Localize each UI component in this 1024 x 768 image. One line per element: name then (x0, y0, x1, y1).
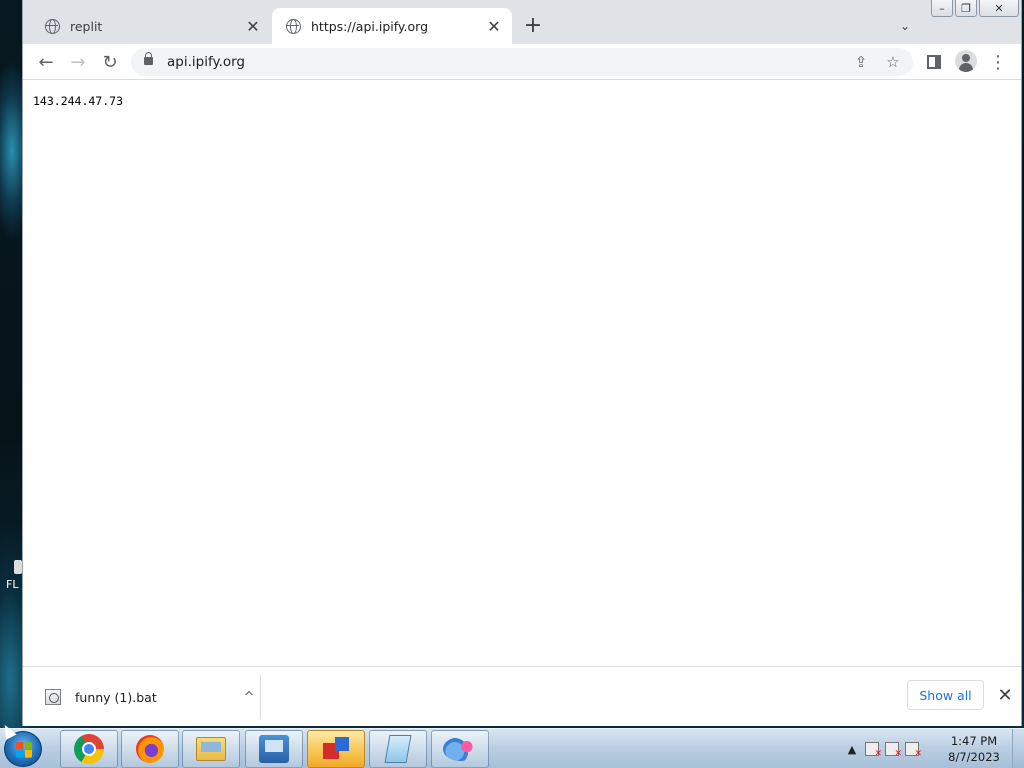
desktop-shortcut-icon[interactable] (14, 560, 22, 574)
volume-muted-icon[interactable] (902, 739, 922, 759)
download-file-name[interactable]: funny (1).bat (75, 690, 237, 705)
globe-icon (286, 18, 301, 34)
system-tray: ▲ (842, 729, 922, 768)
taskbar: ▲ 1:47 PM 8/7/2023 (0, 728, 1024, 768)
desktop-shortcut-label[interactable]: FL (6, 578, 18, 591)
browser-toolbar: ← → ↻ api.ipify.org ⇪ ☆ ⋮ (23, 44, 1021, 80)
taskbar-firefox-button[interactable] (121, 730, 179, 768)
tab-close-icon[interactable]: ✕ (241, 14, 265, 38)
system-clock[interactable]: 1:47 PM 8/7/2023 (940, 733, 1008, 765)
app-box-icon (321, 735, 351, 763)
paint-icon (443, 737, 477, 761)
share-icon[interactable]: ⇪ (849, 50, 873, 74)
show-all-button[interactable]: Show all (907, 680, 984, 710)
minimize-button[interactable]: – (931, 0, 953, 17)
tab-close-icon[interactable]: ✕ (482, 14, 506, 38)
firefox-icon (136, 735, 164, 763)
bookmark-star-icon[interactable]: ☆ (881, 50, 905, 74)
clock-time: 1:47 PM (950, 734, 998, 748)
control-panel-icon (259, 735, 289, 763)
download-shelf: funny (1).bat ^ Show all ✕ (23, 666, 1021, 726)
taskbar-control-panel-button[interactable] (245, 730, 303, 768)
clock-date: 8/7/2023 (948, 750, 1000, 764)
tab-title: replit (70, 18, 103, 34)
notepad-icon (384, 735, 412, 763)
tab-title: https://api.ipify.org (311, 18, 428, 34)
taskbar-app-box-button[interactable] (307, 730, 365, 768)
network-icon[interactable] (882, 739, 902, 759)
window-controls: – ❐ ✕ (931, 0, 1019, 17)
close-window-button[interactable]: ✕ (979, 0, 1019, 17)
action-center-icon[interactable] (862, 739, 882, 759)
menu-icon[interactable]: ⋮ (985, 49, 1011, 75)
ip-address-text: 143.244.47.73 (33, 94, 124, 108)
url-text[interactable]: api.ipify.org (167, 54, 245, 70)
lock-icon[interactable] (144, 52, 153, 65)
tab-ipify[interactable]: https://api.ipify.org ✕ (272, 8, 512, 44)
batch-file-icon (45, 689, 61, 705)
new-tab-button[interactable]: + (521, 14, 545, 38)
forward-icon[interactable]: → (65, 49, 91, 75)
profile-avatar-icon[interactable] (955, 50, 977, 72)
download-item[interactable]: funny (1).bat ^ (33, 675, 261, 719)
shelf-divider (260, 675, 261, 719)
back-icon[interactable]: ← (33, 49, 59, 75)
globe-icon (45, 18, 60, 34)
taskbar-notepad-button[interactable] (369, 730, 427, 768)
taskbar-explorer-button[interactable] (182, 730, 240, 768)
tab-replit[interactable]: replit ✕ (31, 8, 271, 44)
show-desktop-button[interactable] (1012, 729, 1024, 768)
reload-icon[interactable]: ↻ (97, 49, 123, 75)
tab-search-icon[interactable]: ⌄ (893, 14, 917, 38)
browser-window: replit ✕ https://api.ipify.org ✕ + ⌄ – ❐… (22, 0, 1022, 726)
address-bar[interactable]: api.ipify.org ⇪ ☆ (131, 48, 913, 76)
page-content: 143.244.47.73 (23, 81, 1021, 666)
chrome-icon (74, 734, 104, 764)
taskbar-chrome-button[interactable] (60, 730, 118, 768)
taskbar-paint-button[interactable] (431, 730, 489, 768)
tab-strip: replit ✕ https://api.ipify.org ✕ + ⌄ – ❐… (23, 0, 1021, 44)
close-shelf-icon[interactable]: ✕ (993, 683, 1017, 707)
restore-button[interactable]: ❐ (955, 0, 977, 17)
chevron-up-icon[interactable]: ^ (237, 690, 261, 705)
file-explorer-icon (196, 737, 226, 761)
side-panel-icon[interactable] (927, 55, 941, 69)
show-hidden-icons-icon[interactable]: ▲ (842, 739, 862, 759)
